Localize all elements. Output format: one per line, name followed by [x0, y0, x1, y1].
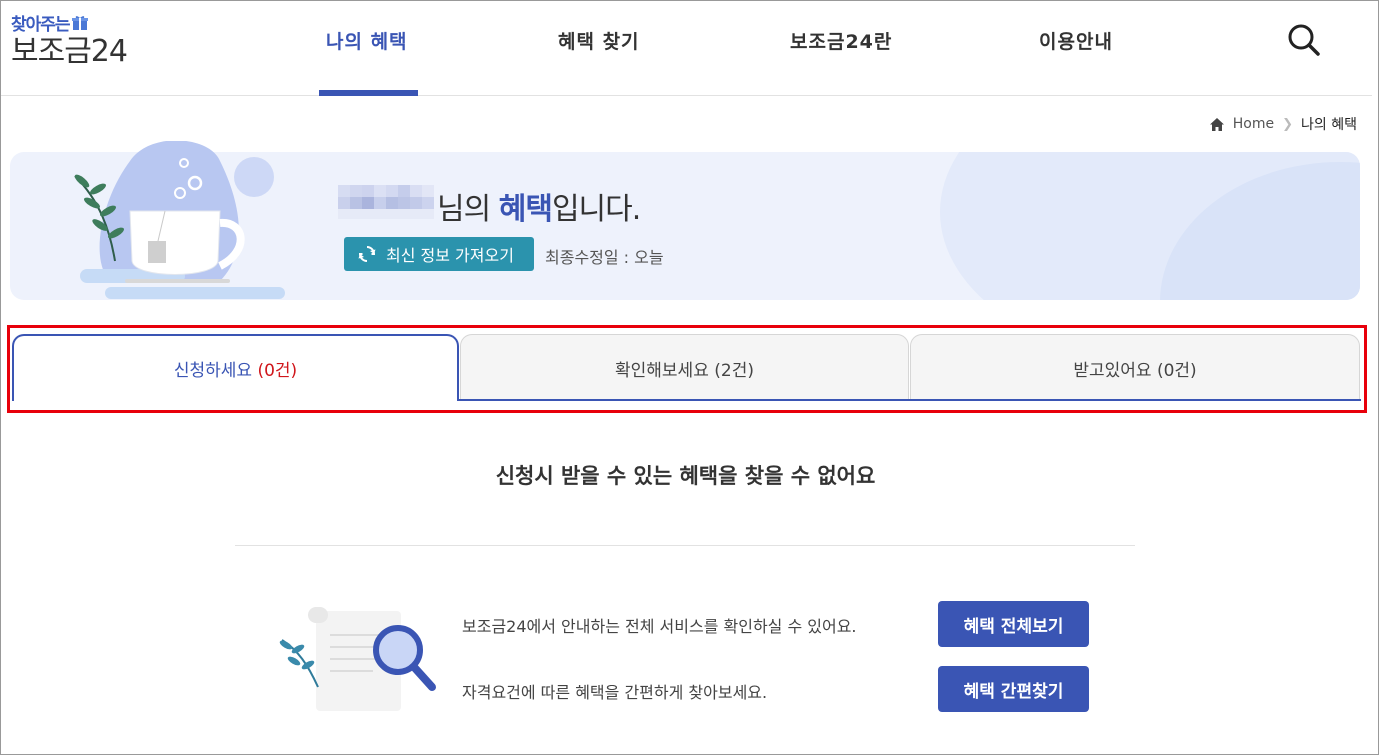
tab-label: 신청하세요: [173, 361, 253, 381]
main-nav: 나의 혜택 혜택 찾기 보조금24란 이용안내: [1, 1, 1372, 96]
tab-count: (0건): [1156, 360, 1197, 381]
tea-cup-illustration: [74, 141, 285, 299]
chevron-right-icon: ❯: [1282, 116, 1294, 132]
document-search-illustration: [279, 607, 436, 711]
tab-check[interactable]: 확인해보세요 (2건): [460, 334, 909, 401]
tab-label: 받고있어요: [1073, 360, 1152, 381]
nav-active-indicator: [319, 90, 418, 96]
last-updated-text: 최종수정일 : 오늘: [545, 248, 664, 267]
greeting-highlight: 혜택: [498, 192, 553, 227]
search-icon: [1288, 24, 1320, 56]
refresh-info-button[interactable]: 최신 정보 가져오기: [344, 237, 534, 271]
refresh-label: 최신 정보 가져오기: [386, 246, 514, 265]
home-icon[interactable]: [1209, 117, 1225, 132]
header: 찾아주는 보조금24 나의 혜택 혜택 찾기 보조금24란 이용안내: [1, 1, 1372, 96]
tab-apply[interactable]: 신청하세요 (0건): [12, 334, 459, 401]
nav-item-about[interactable]: 보조금24란: [790, 27, 892, 54]
easy-find-benefits-button[interactable]: 혜택 간편찾기: [938, 666, 1089, 712]
empty-state-title: 신청시 받을 수 있는 혜택을 찾을 수 없어요: [495, 464, 876, 488]
refresh-icon: [358, 246, 376, 262]
tab-label: 확인해보세요: [615, 360, 709, 381]
tab-baseline: [459, 399, 1361, 401]
tab-count: (2건): [714, 360, 754, 381]
view-all-benefits-button[interactable]: 혜택 전체보기: [938, 601, 1089, 647]
user-name-redacted: [336, 181, 436, 223]
info-text-all-services: 보조금24에서 안내하는 전체 서비스를 확인하실 수 있어요.: [462, 617, 857, 636]
greeting-text: 입니다.: [551, 192, 641, 227]
breadcrumb-current: 나의 혜택: [1301, 117, 1357, 133]
nav-item-find-benefits[interactable]: 혜택 찾기: [558, 27, 640, 54]
breadcrumb-home[interactable]: Home: [1233, 116, 1274, 132]
tab-count: (0건): [257, 361, 298, 381]
nav-item-my-benefits[interactable]: 나의 혜택: [326, 27, 408, 54]
divider: [235, 545, 1135, 546]
nav-item-guide[interactable]: 이용안내: [1039, 27, 1113, 54]
info-text-easy-find: 자격요건에 따른 혜택을 간편하게 찾아보세요.: [462, 683, 768, 702]
greeting-text: 님의: [437, 192, 499, 227]
breadcrumb: Home ❯ 나의 혜택: [1209, 114, 1357, 134]
tab-receiving[interactable]: 받고있어요 (0건): [910, 334, 1360, 401]
search-button[interactable]: [1285, 21, 1323, 59]
greeting-heading: 님의 혜택입니다.: [437, 184, 641, 228]
